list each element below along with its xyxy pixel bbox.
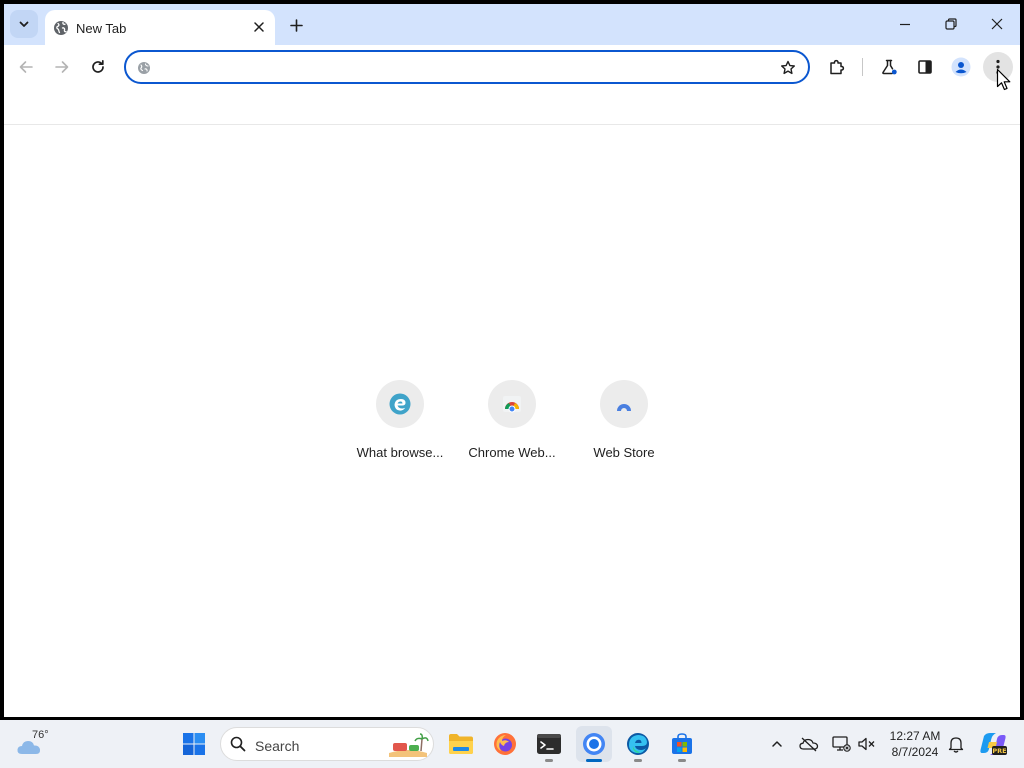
weather-widget[interactable]: 76° [14,726,64,762]
reload-button[interactable] [83,52,113,82]
page-info-icon [138,62,150,74]
reload-icon [92,59,104,73]
back-button[interactable] [11,52,41,82]
chevron-up-icon [772,741,782,747]
globe-icon [54,21,68,35]
side-panel-icon [918,60,932,74]
forward-button[interactable] [47,52,77,82]
svg-text:PRE: PRE [992,747,1006,755]
shortcut-icon-container [488,380,536,428]
clock-time: 12:27 AM [889,729,941,743]
taskbar-clock[interactable]: 12:27 AM 8/7/2024 [880,728,950,760]
search-icon [230,736,246,752]
new-tab-button[interactable] [284,13,308,37]
taskbar-app-chrome[interactable] [576,726,612,762]
taskbar-search-box[interactable]: Search [220,727,434,761]
new-tab-page: What browse... Chrome Web... Web Store [4,126,1020,717]
toolbar-separator [862,58,863,76]
shortcut-tile[interactable]: Web Store [568,377,680,467]
close-icon [991,18,1003,30]
tray-network[interactable] [829,732,853,756]
tab-strip: New Tab [4,4,1020,45]
running-indicator [545,759,553,762]
star-icon [781,60,795,75]
profile-button[interactable] [946,52,976,82]
taskbar-app-firefox[interactable] [487,726,523,762]
copilot-icon: PRE [980,733,1007,755]
toolbar [4,45,1020,89]
restore-icon [945,18,957,30]
taskbar-app-microsoft-store[interactable] [664,726,700,762]
cloud-offline-icon [799,737,819,752]
folder-icon [449,734,473,754]
labs-button[interactable] [874,52,904,82]
tray-volume[interactable] [855,732,879,756]
running-indicator [678,759,686,762]
bell-icon [948,737,964,753]
tab-new-tab[interactable]: New Tab [45,10,275,45]
web-store-icon [617,404,631,414]
close-icon [254,22,264,32]
plus-icon [289,18,303,32]
shortcut-icon-container [376,380,424,428]
arrow-left-icon [19,61,33,73]
browser-window: New Tab What browse... Chrome Web... Web… [4,4,1020,717]
active-indicator [586,759,602,762]
puzzle-icon [830,59,845,75]
shortcut-tile[interactable]: What browse... [344,377,456,467]
tray-onedrive[interactable] [797,732,821,756]
tab-close-button[interactable] [249,17,269,37]
mouse-cursor-icon [996,68,1011,91]
address-input[interactable] [160,57,760,77]
shortcut-tile[interactable]: Chrome Web... [456,377,568,467]
bookmarks-bar-area [4,89,1020,125]
chrome-logo-icon [503,396,521,413]
avatar-icon [951,57,971,77]
taskbar-app-edge[interactable] [620,726,656,762]
network-icon [832,736,851,752]
edge-icon [627,733,649,755]
copilot-button[interactable]: PRE [978,732,1008,756]
firefox-icon [494,733,516,755]
notifications-button[interactable] [944,732,968,756]
address-bar[interactable] [124,50,810,84]
chevron-down-icon [19,21,29,27]
show-hidden-icons-button[interactable] [765,732,789,756]
edge-logo-icon [389,393,411,415]
search-highlight-illustration [389,733,429,757]
tab-title: New Tab [76,21,127,36]
terminal-icon [537,734,561,754]
chrome-icon [583,733,605,755]
tab-search-button[interactable] [10,10,38,38]
running-indicator [634,759,642,762]
weather-temperature: 76° [32,729,49,741]
windows-logo-icon [183,733,205,755]
shortcut-icon-container [600,380,648,428]
start-button[interactable] [178,728,210,760]
taskbar-app-file-explorer[interactable] [443,726,479,762]
extensions-button[interactable] [822,52,852,82]
shortcut-label: What browse... [356,445,444,460]
shortcut-label: Chrome Web... [468,445,556,460]
volume-muted-icon [858,737,875,751]
flask-icon [882,59,897,75]
store-bag-icon [672,733,692,754]
shortcut-label: Web Store [593,445,655,460]
side-panel-button[interactable] [910,52,940,82]
minimize-button[interactable] [882,8,928,40]
bookmark-star-button[interactable] [774,55,802,81]
clock-date: 8/7/2024 [891,745,939,759]
minimize-icon [900,23,910,26]
taskbar-search-label: Search [255,738,300,754]
taskbar-app-terminal[interactable] [531,726,567,762]
taskbar: 76° Search 12:27 AM 8/7/2024 PRE [0,720,1024,768]
arrow-right-icon [55,61,69,73]
restore-button[interactable] [928,8,974,40]
close-window-button[interactable] [974,8,1020,40]
